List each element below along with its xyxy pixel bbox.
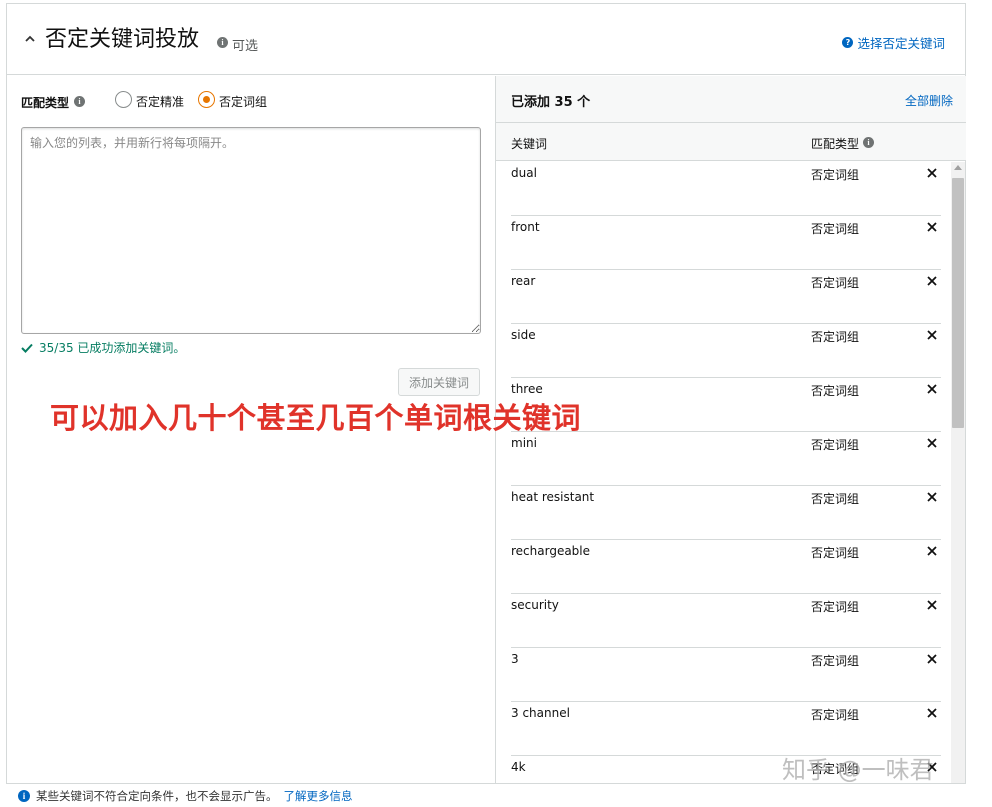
row-match-type: 否定词组: [811, 492, 860, 506]
row-keyword: mini: [511, 436, 537, 450]
row-keyword: 3 channel: [511, 706, 570, 720]
watermark: 知乎 @一味君: [782, 756, 934, 784]
remove-keyword-close-icon[interactable]: [925, 328, 939, 342]
remove-keyword-close-icon[interactable]: [925, 166, 939, 180]
check-icon: [21, 343, 33, 353]
row-keyword: 3: [511, 652, 519, 666]
table-header: 关键词 匹配类型 i: [496, 123, 966, 161]
row-match-type: 否定词组: [811, 384, 860, 398]
remove-keyword-close-icon[interactable]: [925, 490, 939, 504]
scrollbar-thumb[interactable]: [952, 178, 964, 428]
table-row: side 否定词组: [511, 324, 941, 378]
optional-label: 可选: [232, 39, 259, 54]
table-row: security 否定词组: [511, 594, 941, 648]
row-keyword: rear: [511, 274, 536, 288]
learn-more-link[interactable]: 了解更多信息: [284, 788, 353, 804]
keyword-list-textarea[interactable]: [21, 127, 481, 334]
row-keyword: three: [511, 382, 543, 396]
table-row: 3 否定词组: [511, 648, 941, 702]
added-keywords-section: 已添加 35 个 全部删除 关键词 匹配类型 i dual 否定词组 front 否定…: [495, 76, 966, 807]
add-keyword-button[interactable]: 添加关键词: [398, 368, 480, 396]
chevron-up-icon[interactable]: [25, 34, 35, 44]
keyword-table-body: dual 否定词组 front 否定词组 rear 否定词组 side 否定词组 three 否定…: [496, 162, 966, 807]
remove-keyword-close-icon[interactable]: [925, 706, 939, 720]
scroll-up-arrow-icon[interactable]: [954, 165, 962, 170]
row-keyword: front: [511, 220, 540, 234]
table-row: front 否定词组: [511, 216, 941, 270]
table-row: mini 否定词组: [511, 432, 941, 486]
remove-keyword-close-icon[interactable]: [925, 652, 939, 666]
row-match-type: 否定词组: [811, 276, 860, 290]
column-header-match-type: 匹配类型: [811, 137, 860, 151]
info-icon[interactable]: i: [74, 96, 85, 107]
table-row: 3 channel 否定词组: [511, 702, 941, 756]
remove-all-link[interactable]: 全部删除: [905, 92, 953, 109]
row-keyword: security: [511, 598, 559, 612]
row-match-type: 否定词组: [811, 438, 860, 452]
remove-keyword-close-icon[interactable]: [925, 220, 939, 234]
scrollbar[interactable]: [951, 162, 965, 807]
panel-header: 否定关键词投放 i 可选 ? 选择否定关键词: [7, 4, 965, 75]
added-count: 已添加 35 个: [511, 95, 591, 110]
footer-notice: i 某些关键词不符合定向条件，也不会显示广告。 了解更多信息: [6, 783, 966, 807]
row-keyword: rechargeable: [511, 544, 591, 558]
row-match-type: 否定词组: [811, 654, 860, 668]
annotation-text: 可以加入几十个甚至几百个单词根关键词: [50, 401, 582, 435]
row-keyword: heat resistant: [511, 490, 595, 504]
radio-negative-phrase-label[interactable]: 否定词组: [219, 93, 267, 110]
success-message: 35/35 已成功添加关键词。: [21, 339, 185, 356]
row-match-type: 否定词组: [811, 546, 860, 560]
row-match-type: 否定词组: [811, 600, 860, 614]
remove-keyword-close-icon[interactable]: [925, 598, 939, 612]
info-icon[interactable]: i: [217, 37, 228, 48]
row-match-type: 否定词组: [811, 222, 860, 236]
table-row: dual 否定词组: [511, 162, 941, 216]
row-keyword: 4k: [511, 760, 526, 774]
help-link[interactable]: ? 选择否定关键词: [842, 33, 945, 52]
radio-negative-exact-label[interactable]: 否定精准: [136, 93, 184, 110]
row-match-type: 否定词组: [811, 168, 860, 182]
table-row: rechargeable 否定词组: [511, 540, 941, 594]
remove-keyword-close-icon[interactable]: [925, 274, 939, 288]
info-icon[interactable]: i: [863, 137, 874, 148]
remove-keyword-close-icon[interactable]: [925, 436, 939, 450]
row-match-type: 否定词组: [811, 708, 860, 722]
success-text: 35/35 已成功添加关键词。: [39, 341, 186, 355]
column-header-keyword: 关键词: [511, 137, 548, 151]
help-icon: ?: [842, 37, 854, 48]
radio-negative-phrase[interactable]: [198, 91, 215, 108]
page-title: 否定关键词投放: [45, 27, 200, 52]
row-keyword: dual: [511, 166, 537, 180]
added-header: 已添加 35 个 全部删除: [496, 76, 966, 123]
row-match-type: 否定词组: [811, 330, 860, 344]
info-icon: i: [18, 789, 30, 802]
help-link-label: 选择否定关键词: [857, 36, 945, 51]
remove-keyword-close-icon[interactable]: [925, 382, 939, 396]
keyword-input-section: 匹配类型 i 否定精准 否定词组 35/35 已成功添加关键词。 添加关键词: [7, 76, 495, 807]
table-row: rear 否定词组: [511, 270, 941, 324]
radio-negative-exact[interactable]: [115, 91, 132, 108]
table-row: heat resistant 否定词组: [511, 486, 941, 540]
remove-keyword-close-icon[interactable]: [925, 544, 939, 558]
footer-notice-text: 某些关键词不符合定向条件，也不会显示广告。: [36, 788, 278, 803]
row-keyword: side: [511, 328, 536, 342]
match-type-label: 匹配类型: [21, 96, 70, 110]
